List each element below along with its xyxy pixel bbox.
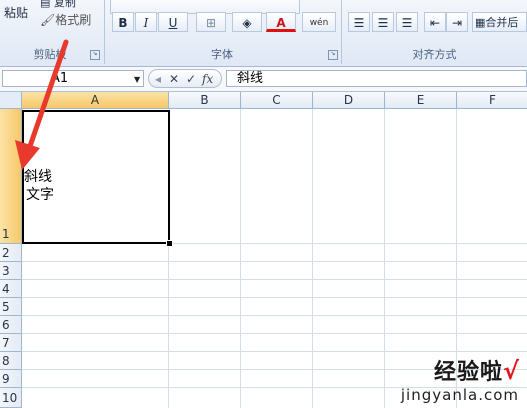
column-header-d[interactable]: D (313, 92, 385, 109)
formula-content: 斜线 (237, 71, 264, 86)
merge-label: 合并后 (485, 16, 519, 29)
decrease-indent-button[interactable]: ⇤ (424, 12, 446, 32)
row-header-4[interactable]: 4 (0, 280, 22, 298)
name-box-dropdown-icon[interactable]: ▼ (134, 75, 140, 84)
paste-label: 粘贴 (4, 6, 29, 20)
name-box[interactable]: A1 (2, 70, 144, 87)
outdent-icon: ⇤ (429, 16, 441, 30)
gridline (22, 351, 527, 352)
font-group-label: 字体 (211, 48, 233, 61)
formula-bar: A1 ▼ ◂ ✕ ✓ fx 斜线 (0, 67, 527, 92)
paint-bucket-icon: ◈ (242, 16, 252, 30)
paste-button[interactable]: 粘贴 (4, 2, 28, 24)
gridline (22, 315, 527, 316)
enter-icon[interactable]: ✓ (186, 71, 196, 87)
copy-label: 复制 (53, 0, 76, 9)
underline-button[interactable]: U (158, 12, 188, 32)
row-header-2[interactable]: 2 (0, 244, 22, 262)
watermark-url: jingyanla.com (400, 386, 519, 404)
watermark-logo-text: 经验啦 (433, 360, 503, 385)
row-header-5[interactable]: 5 (0, 298, 22, 316)
watermark: 经验啦√ jingyanla.com (401, 354, 519, 404)
border-button[interactable]: ⊞ (196, 12, 226, 32)
select-all-corner[interactable] (0, 92, 22, 109)
row-header-1[interactable]: 1 (0, 109, 22, 244)
collapse-icon[interactable]: ◂ (155, 71, 161, 87)
column-header-b[interactable]: B (169, 92, 241, 109)
row-header-7[interactable]: 7 (0, 334, 22, 352)
align-left-icon: ☰ (353, 16, 365, 30)
clipboard-group-label: 剪贴板 (33, 48, 67, 61)
alignment-group-label: 对齐方式 (412, 48, 457, 61)
merge-center-button[interactable]: ▦合并后 (472, 12, 527, 32)
fill-handle[interactable] (166, 240, 173, 247)
column-header-a[interactable]: A (22, 92, 169, 109)
column-header-f[interactable]: F (457, 92, 527, 109)
align-right-button[interactable]: ☰ (396, 12, 418, 32)
clipboard-launcher-icon[interactable]: ↘ (90, 50, 100, 60)
gridline (168, 244, 169, 408)
row-header-9[interactable]: 9 (0, 370, 22, 388)
cancel-icon[interactable]: ✕ (169, 71, 179, 87)
merge-icon: ▦ (475, 16, 486, 29)
ribbon: 粘贴 ▤ 复制 🖌格式刷 剪贴板 ↘ B I U ⊞ ◈ A wén 字体 ↘ … (0, 0, 527, 67)
font-color-button[interactable]: A (266, 12, 296, 32)
group-separator (104, 0, 105, 64)
border-icon: ⊞ (205, 16, 217, 30)
increase-indent-button[interactable]: ⇥ (446, 12, 468, 32)
italic-button[interactable]: I (135, 12, 157, 32)
format-painter-button[interactable]: 🖌格式刷 (40, 9, 91, 31)
align-center-button[interactable]: ☰ (372, 12, 394, 32)
formula-input[interactable]: 斜线 (226, 70, 527, 87)
row-header-3[interactable]: 3 (0, 262, 22, 280)
gridline (22, 279, 527, 280)
cell-a1-line1: 斜线 (24, 169, 52, 185)
column-header-e[interactable]: E (385, 92, 457, 109)
align-center-icon: ☰ (377, 16, 389, 30)
watermark-check-icon: √ (502, 357, 519, 385)
brush-icon: 🖌 (40, 13, 56, 27)
row-header-8[interactable]: 8 (0, 352, 22, 370)
cell-a1-line2: 文字 (26, 187, 54, 203)
gridline (240, 109, 241, 408)
bold-button[interactable]: B (112, 12, 134, 32)
format-painter-label: 格式刷 (55, 13, 92, 27)
gridline (312, 109, 313, 408)
gridline (22, 297, 527, 298)
fill-color-button[interactable]: ◈ (232, 12, 262, 32)
gridline (22, 261, 527, 262)
gridline (384, 109, 385, 408)
name-box-value: A1 (51, 71, 69, 86)
gridline (22, 333, 527, 334)
font-launcher-icon[interactable]: ↘ (328, 50, 338, 60)
insert-function-icon[interactable]: fx (202, 71, 213, 87)
copy-icon: ▤ (40, 0, 51, 9)
align-right-icon: ☰ (401, 16, 413, 30)
formula-buttons: ◂ ✕ ✓ fx (148, 69, 222, 88)
row-header-6[interactable]: 6 (0, 316, 22, 334)
phonetic-button[interactable]: wén (302, 12, 336, 32)
column-header-c[interactable]: C (241, 92, 313, 109)
row-header-10[interactable]: 10 (0, 388, 22, 408)
align-left-button[interactable]: ☰ (348, 12, 370, 32)
indent-icon: ⇥ (451, 16, 463, 30)
